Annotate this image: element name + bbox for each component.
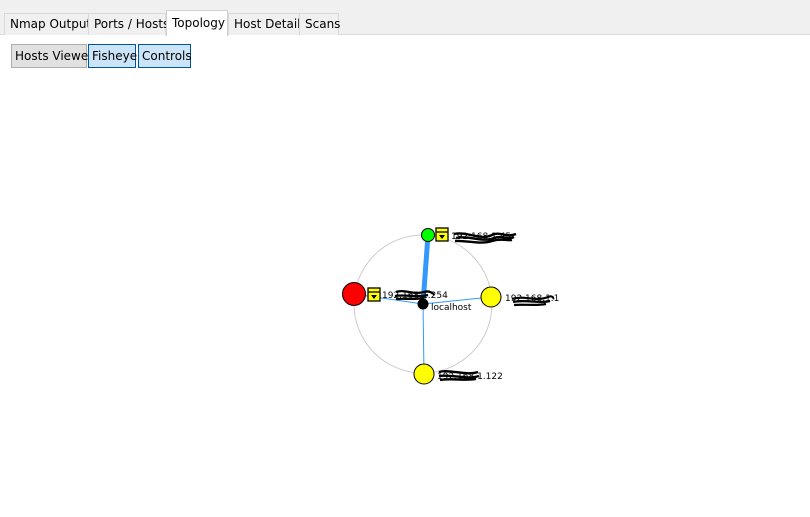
tab-strip: Nmap Output Ports / Hosts Topology Host … [0, 0, 810, 36]
host-node-left[interactable] [342, 282, 366, 306]
firewall-icon [367, 287, 381, 302]
host-node-top[interactable] [421, 228, 435, 242]
topology-canvas[interactable]: 192.168.1.45 192.168.1.1 192.168.1.122 1… [0, 36, 810, 517]
tab-nmap-output[interactable]: Nmap Output [4, 13, 91, 35]
localhost-node[interactable] [417, 298, 429, 310]
tab-host-details[interactable]: Host Details [228, 13, 307, 35]
firewall-icon [435, 227, 449, 242]
localhost-label: localhost [431, 303, 472, 313]
edge-to-host-bottom [422, 303, 425, 375]
tab-scans[interactable]: Scans [299, 13, 340, 35]
topology-graph[interactable]: 192.168.1.45 192.168.1.1 192.168.1.122 1… [0, 36, 810, 517]
tab-topology[interactable]: Topology [166, 10, 228, 36]
tab-ports-hosts[interactable]: Ports / Hosts [88, 13, 169, 35]
zenmap-window: Nmap Output Ports / Hosts Topology Host … [0, 0, 810, 517]
host-node-bottom[interactable] [413, 363, 435, 385]
host-node-right[interactable] [480, 286, 502, 308]
